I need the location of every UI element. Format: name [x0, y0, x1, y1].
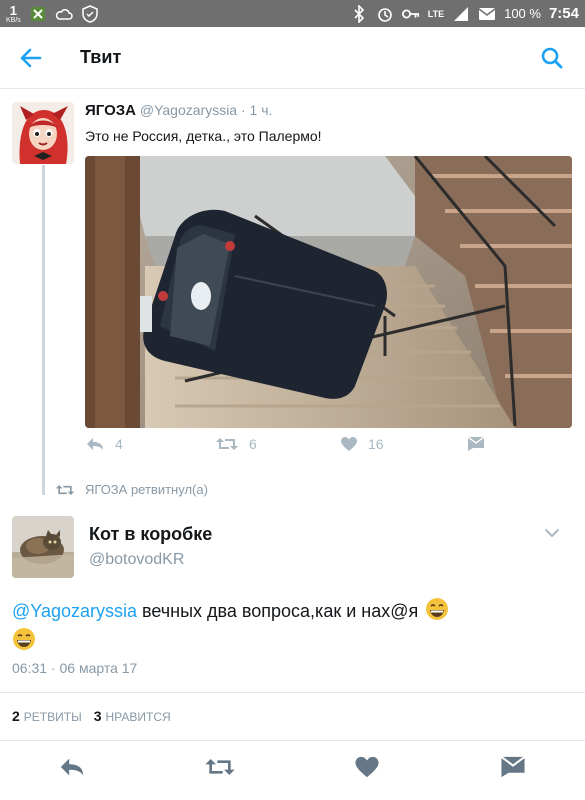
- cat-in-box-avatar-icon: [12, 516, 74, 578]
- retweet-count: 6: [249, 436, 257, 452]
- author-handle[interactable]: @botovodKR: [89, 551, 184, 569]
- page-title: Твит: [80, 47, 122, 67]
- tweet-action-bar: [0, 745, 585, 791]
- retweets-count: 2: [12, 708, 20, 724]
- reply-icon: [60, 758, 84, 776]
- tweet-photo[interactable]: [85, 156, 572, 428]
- car-in-stairwell-image: [85, 156, 572, 428]
- likes-count: 3: [93, 708, 102, 724]
- network-speed-unit: KB/s: [6, 17, 21, 24]
- search-button[interactable]: [539, 45, 565, 71]
- network-type: LTE: [427, 8, 445, 19]
- back-button[interactable]: [18, 45, 44, 71]
- divider: [0, 740, 585, 741]
- grinning-face-icon: [12, 627, 36, 651]
- retweets-stat[interactable]: 2 РЕТВИТЫ: [12, 708, 82, 724]
- network-speed: 1 KB/s: [6, 4, 21, 24]
- quoted-tweet-header: ЯГОЗА @Yagozaryssia · 1 ч.: [85, 102, 272, 119]
- like-button[interactable]: [354, 755, 382, 781]
- signal-icon: [452, 5, 470, 23]
- reply-icon: [87, 438, 103, 450]
- chevron-down-icon: [545, 529, 559, 538]
- network-speed-value: 1: [9, 3, 18, 18]
- divider: [0, 692, 585, 693]
- reply-button[interactable]: [58, 755, 86, 781]
- mention-link[interactable]: @Yagozaryssia: [12, 601, 137, 621]
- status-left: 1 KB/s: [6, 2, 99, 26]
- quoted-tweet-text: Это не Россия, детка., это Палермо!: [85, 128, 322, 144]
- likes-label: НРАВИТСЯ: [105, 710, 171, 724]
- alarm-icon: [376, 5, 394, 23]
- clock: 7:54: [548, 5, 579, 22]
- retweet-icon: [216, 438, 238, 450]
- likes-stat[interactable]: 3 НРАВИТСЯ: [94, 708, 171, 724]
- shield-icon: [81, 5, 99, 23]
- like-count: 16: [368, 436, 384, 452]
- direct-message-button[interactable]: [500, 755, 528, 781]
- tweet-text: @Yagozaryssia вечных два вопроса,как и н…: [12, 596, 572, 656]
- dm-action[interactable]: [467, 436, 485, 452]
- retweet-action[interactable]: 6: [215, 436, 257, 452]
- direct-message-icon: [467, 436, 485, 451]
- heart-icon: [355, 756, 379, 778]
- search-icon: [541, 47, 563, 69]
- heart-icon: [341, 437, 357, 451]
- status-bar: 1 KB/s LTE 100 % 7:54: [0, 0, 585, 27]
- tweet-body: вечных два вопроса,как и нах@я: [137, 601, 424, 621]
- retweeted-by: ЯГОЗА ретвитнул(а): [55, 482, 208, 497]
- quoted-author-name[interactable]: ЯГОЗА: [85, 102, 136, 119]
- retweet-button[interactable]: [204, 755, 236, 781]
- reply-action[interactable]: 4: [85, 436, 123, 452]
- retweet-icon: [55, 484, 75, 495]
- reply-count: 4: [115, 436, 123, 452]
- retweeted-by-text: ЯГОЗА ретвитнул(а): [85, 482, 208, 497]
- status-right: LTE 100 % 7:54: [350, 0, 579, 27]
- thread-connector: [42, 165, 45, 495]
- arrow-left-icon: [20, 48, 42, 68]
- quoted-tweet-actions: 4 6 16: [85, 436, 485, 460]
- grinning-face-icon: [425, 597, 449, 621]
- key-icon: [401, 5, 420, 23]
- battery-level: 100 %: [504, 6, 541, 21]
- tweet-menu-button[interactable]: [543, 524, 561, 542]
- retweet-icon: [205, 759, 235, 775]
- author-name[interactable]: Кот в коробке: [89, 524, 212, 545]
- cloud-icon: [55, 5, 73, 23]
- top-bar: Твит: [0, 27, 585, 89]
- bluetooth-icon: [350, 4, 368, 23]
- avatar[interactable]: [12, 516, 74, 578]
- avatar[interactable]: [12, 102, 74, 164]
- message-icon: [478, 5, 496, 23]
- retweets-label: РЕТВИТЫ: [23, 710, 82, 724]
- like-action[interactable]: 16: [340, 436, 384, 452]
- quoted-author-handle-time: @Yagozaryssia · 1 ч.: [139, 102, 273, 118]
- tweet-stats: 2 РЕТВИТЫ 3 НРАВИТСЯ: [12, 708, 171, 724]
- devil-girl-avatar-icon: [12, 102, 74, 164]
- tweet-timestamp: 06:31 · 06 марта 17: [12, 660, 138, 676]
- direct-message-icon: [500, 756, 526, 778]
- xbox-icon: [29, 5, 47, 23]
